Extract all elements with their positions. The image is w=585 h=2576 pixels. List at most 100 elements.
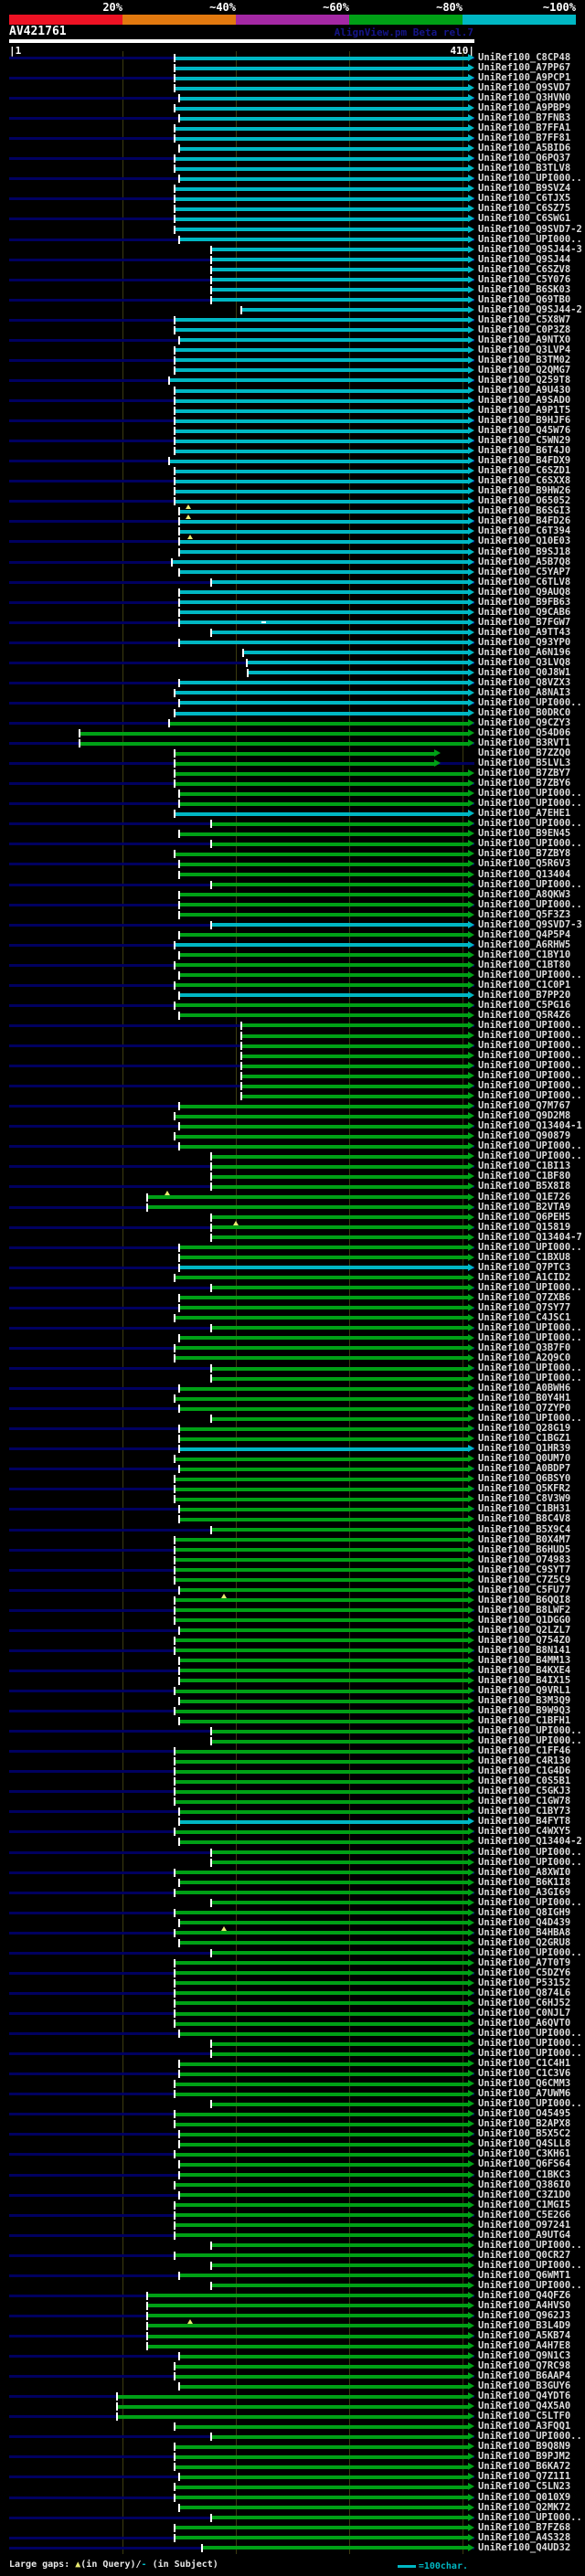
hit-label[interactable]: UniRef100_B7FZ68: [478, 2522, 584, 2533]
hit-label[interactable]: UniRef100_C5LN23: [478, 2482, 584, 2492]
arrow-right-icon: [468, 588, 474, 596]
hit-label[interactable]: UniRef100_B9SJ18: [478, 546, 584, 557]
hit-label[interactable]: UniRef100_A8QKW3: [478, 889, 584, 900]
arrow-right-icon: [468, 2009, 474, 2017]
hit-label[interactable]: UniRef100_C1MGI5: [478, 2200, 584, 2210]
hit-label[interactable]: UniRef100_A4S328: [478, 2532, 584, 2543]
alignment-bar: [178, 1426, 468, 1431]
alignment-start-tick: [209, 1374, 212, 1383]
arrow-right-icon: [468, 557, 474, 566]
hit-label[interactable]: UniRef100_Q386I0: [478, 2179, 584, 2190]
hit-label[interactable]: UniRef100_Q13404-2: [478, 1837, 584, 1847]
hit-label[interactable]: UniRef100_C6TLV8: [478, 577, 584, 588]
hit-label[interactable]: UniRef100_UPI000..: [478, 899, 584, 910]
hit-label[interactable]: UniRef100_UPI000..: [478, 234, 584, 245]
hit-label[interactable]: UniRef100_Q10E03: [478, 536, 584, 546]
hit-label[interactable]: UniRef100_A3GI69: [478, 1887, 584, 1898]
alignment-bar: [178, 2475, 468, 2479]
hit-label[interactable]: UniRef100_A5B7Q8: [478, 557, 584, 567]
arrow-right-icon: [468, 124, 474, 133]
alignment-start-tick: [173, 154, 176, 164]
hit-label[interactable]: UniRef100_O74983: [478, 1554, 584, 1565]
gap-in-subject-icon: [261, 621, 266, 624]
hit-label[interactable]: UniRef100_UPI000..: [478, 1847, 584, 1858]
alignment-bar: [178, 1246, 468, 1250]
alignment-start-tick: [173, 2483, 176, 2492]
alignment-start-tick: [177, 1263, 180, 1272]
arrow-right-icon: [468, 175, 474, 183]
alignment-start-tick: [173, 134, 176, 143]
hit-label[interactable]: UniRef100_Q9AUQ8: [478, 587, 584, 598]
hit-label[interactable]: UniRef100_Q2MK72: [478, 2502, 584, 2513]
gap-in-query-icon: [165, 1190, 171, 1195]
arrow-right-icon: [468, 688, 474, 696]
alignment-bar: [174, 439, 468, 443]
hit-label[interactable]: UniRef100_Q13404-7: [478, 1232, 584, 1243]
hit-label[interactable]: UniRef100_B6K1I8: [478, 1877, 584, 1888]
hit-label[interactable]: UniRef100_B5X8I8: [478, 1182, 584, 1192]
hit-label[interactable]: UniRef100_UPI000..: [478, 1242, 584, 1253]
alignment-start-tick: [115, 2412, 118, 2422]
hit-label[interactable]: UniRef100_Q9SVD7-3: [478, 919, 584, 930]
hit-label[interactable]: UniRef100_UPI000..: [478, 879, 584, 890]
arrow-right-icon: [468, 477, 474, 485]
hit-label[interactable]: UniRef100_Q4UD32: [478, 2542, 584, 2553]
hit-label[interactable]: UniRef100_UPI000..: [478, 1857, 584, 1868]
hit-label[interactable]: UniRef100_B5X9C4: [478, 1524, 584, 1535]
scale-segment: [122, 15, 236, 25]
arrow-right-icon: [468, 1323, 474, 1331]
alignment-start-tick: [177, 517, 180, 526]
arrow-right-icon: [468, 295, 474, 303]
hit-label[interactable]: UniRef100_Q5R6V3: [478, 859, 584, 869]
hit-label[interactable]: UniRef100_C6SWG1: [478, 214, 584, 224]
alignment-start-tick: [173, 355, 176, 365]
arrow-right-icon: [468, 729, 474, 737]
alignment-bar: [210, 1850, 468, 1855]
hit-label[interactable]: UniRef100_C5E2G6: [478, 2210, 584, 2221]
alignment-start-tick: [209, 840, 212, 849]
hit-label[interactable]: UniRef100_C3Z1D0: [478, 2189, 584, 2200]
arrow-right-icon: [468, 1848, 474, 1856]
hit-label[interactable]: UniRef100_UPI000..: [478, 2512, 584, 2523]
hit-label[interactable]: UniRef100_C9SYT7: [478, 1564, 584, 1575]
hit-label[interactable]: UniRef100_B6HUD5: [478, 1544, 584, 1555]
hit-label[interactable]: UniRef100_Q9SVD7-2: [478, 224, 584, 235]
hit-label[interactable]: UniRef100_B0X4M7: [478, 1534, 584, 1545]
alignment-bar: [241, 1064, 468, 1068]
alignment-start-tick: [173, 1273, 176, 1282]
arrow-right-icon: [468, 648, 474, 656]
hit-label[interactable]: UniRef100_C6SZV8: [478, 264, 584, 275]
hit-label[interactable]: UniRef100_O97241: [478, 2220, 584, 2231]
hit-label[interactable]: UniRef100_Q15819: [478, 1222, 584, 1233]
alignment-start-tick: [177, 1102, 180, 1111]
arrow-right-icon: [468, 397, 474, 405]
hit-label[interactable]: UniRef100_A8XWI0: [478, 1867, 584, 1878]
alignment-start-tick: [173, 366, 176, 375]
hit-label[interactable]: UniRef100_Q1E726: [478, 1192, 584, 1203]
alignment-start-tick: [209, 1152, 212, 1161]
arrow-right-icon: [468, 355, 474, 364]
hit-label[interactable]: UniRef100_Q6FS64: [478, 2159, 584, 2169]
alignment-bar: [168, 721, 468, 726]
alignment-bar: [174, 136, 468, 141]
hit-label[interactable]: UniRef100_Q5F3Z3: [478, 909, 584, 920]
hit-label[interactable]: UniRef100_Q9SJ44-3: [478, 244, 584, 255]
alignment-start-tick: [177, 1445, 180, 1454]
alignment-start-tick: [177, 2060, 180, 2069]
hit-label[interactable]: UniRef100_Q6PEH5: [478, 1212, 584, 1223]
arrow-right-icon: [468, 185, 474, 193]
hit-row: UniRef100_Q13404-7: [0, 1232, 585, 1243]
alignment-start-tick: [177, 698, 180, 707]
alignment-start-tick: [177, 2070, 180, 2079]
hit-label[interactable]: UniRef100_Q9SJ44: [478, 254, 584, 265]
hit-label[interactable]: UniRef100_C1BKC3: [478, 2169, 584, 2180]
hit-row: UniRef100_C1BKC3: [0, 2169, 585, 2180]
hit-label[interactable]: UniRef100_Q13404: [478, 869, 584, 880]
hit-label[interactable]: UniRef100_B8C4V8: [478, 1514, 584, 1524]
hit-label[interactable]: UniRef100_B2VTA9: [478, 1202, 584, 1213]
hit-row: UniRef100_Q6FS64: [0, 2159, 585, 2169]
alignment-bar: [174, 2465, 468, 2469]
hit-label[interactable]: UniRef100_Q010X9: [478, 2492, 584, 2503]
hit-label[interactable]: UniRef100_C5YAP7: [478, 567, 584, 578]
arrow-right-icon: [468, 2050, 474, 2058]
